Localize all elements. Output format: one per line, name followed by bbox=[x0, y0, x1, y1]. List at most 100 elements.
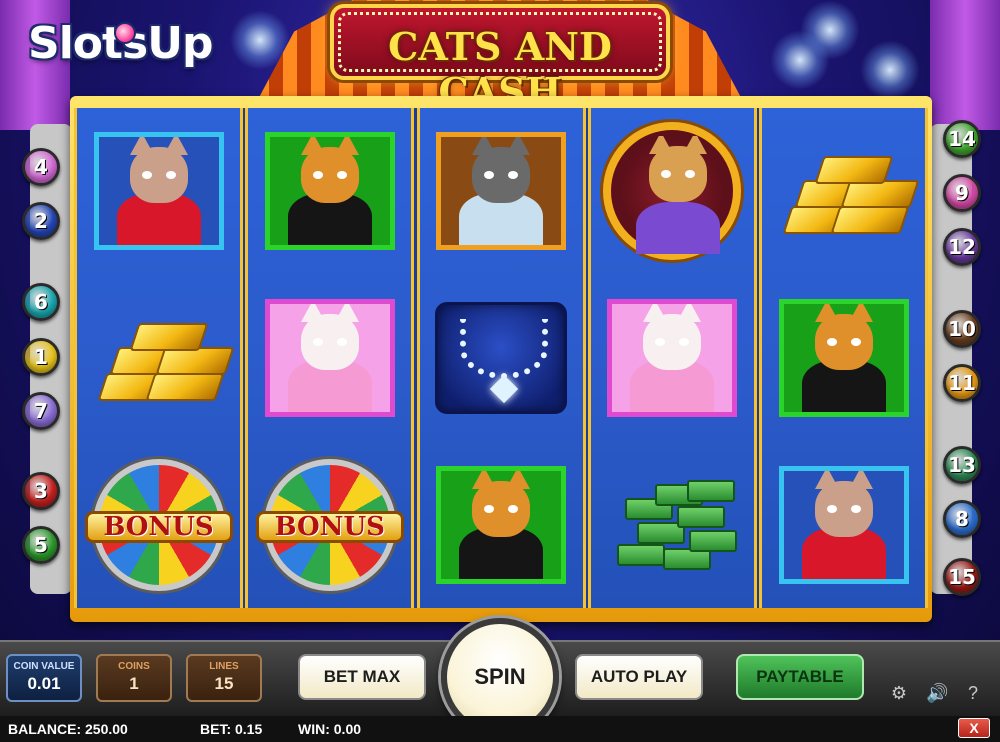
lines-label: LINES bbox=[209, 661, 239, 672]
femme-cat-red-dress-symbol bbox=[93, 132, 224, 250]
cat-eye bbox=[484, 505, 494, 513]
payline-9-button[interactable]: 9 bbox=[943, 174, 981, 212]
cash-bundle bbox=[689, 530, 738, 552]
cat-head bbox=[129, 137, 188, 203]
gold-bar bbox=[154, 347, 235, 375]
tabby-cat-black-suit-symbol bbox=[778, 299, 909, 417]
cat-head bbox=[472, 471, 530, 537]
auto-play-button[interactable]: AUTO PLAY bbox=[575, 654, 703, 700]
reel-cell bbox=[591, 275, 754, 441]
speaker-icon[interactable]: 🔊 bbox=[926, 682, 948, 704]
cat-eye bbox=[508, 171, 518, 179]
cat-ear bbox=[649, 136, 674, 154]
reel-4 bbox=[587, 108, 757, 608]
bonus-wheel-symbol: BONUS bbox=[84, 459, 233, 591]
cash-bundle bbox=[617, 544, 666, 566]
cat-eye bbox=[508, 505, 518, 513]
payline-6-button[interactable]: 6 bbox=[22, 283, 60, 321]
gold-bar bbox=[144, 373, 225, 401]
close-button[interactable]: X bbox=[958, 718, 990, 738]
necklace-chain bbox=[460, 319, 548, 379]
payline-8-button[interactable]: 8 bbox=[943, 500, 981, 538]
reel-cell bbox=[762, 275, 925, 441]
reel-area: BONUS BONUS bbox=[74, 108, 928, 608]
white-persian-cat-pink-symbol bbox=[264, 299, 395, 417]
cat-eye bbox=[484, 171, 494, 179]
cat-ear bbox=[334, 137, 359, 155]
payline-15-button[interactable]: 15 bbox=[943, 558, 981, 596]
cat-eye bbox=[312, 338, 323, 346]
cat-ear bbox=[163, 137, 188, 155]
coins-value: 1 bbox=[129, 674, 139, 693]
reel-cell bbox=[762, 108, 925, 274]
cat-eye bbox=[826, 338, 837, 346]
reel-1: BONUS bbox=[74, 108, 243, 608]
gold-bar bbox=[839, 180, 920, 208]
tabby-cat-black-suit-symbol bbox=[436, 466, 566, 584]
payline-12-button[interactable]: 12 bbox=[943, 228, 981, 266]
bonus-label: BONUS bbox=[84, 511, 233, 543]
cat-ear bbox=[506, 137, 530, 155]
cat-head bbox=[472, 137, 530, 203]
cat-eye bbox=[661, 170, 672, 178]
gold-bar bbox=[813, 156, 894, 184]
win-text: WIN: 0.00 bbox=[298, 721, 362, 737]
coin-value-label: COIN VALUE bbox=[13, 661, 75, 672]
gear-icon[interactable]: ⚙ bbox=[888, 682, 910, 704]
game-title-marquee: CATS AND CASH bbox=[330, 4, 670, 114]
lines-value: 15 bbox=[214, 674, 234, 693]
payline-3-button[interactable]: 3 bbox=[22, 472, 60, 510]
reel-5 bbox=[759, 108, 928, 608]
payline-7-button[interactable]: 7 bbox=[22, 392, 60, 430]
payline-10-button[interactable]: 10 bbox=[943, 310, 981, 348]
diamond-necklace-symbol bbox=[435, 302, 567, 414]
cat-ear bbox=[814, 471, 839, 489]
payline-14-button[interactable]: 14 bbox=[943, 120, 981, 158]
coin-value-meter[interactable]: COIN VALUE 0.01 bbox=[6, 654, 82, 702]
tabby-cat-black-suit-symbol bbox=[264, 132, 395, 250]
cat-eye bbox=[850, 505, 861, 513]
gold-bar bbox=[829, 206, 910, 234]
spotlight bbox=[800, 0, 860, 60]
diamond-icon bbox=[489, 374, 519, 404]
payline-1-button[interactable]: 1 bbox=[22, 338, 60, 376]
payline-4-button[interactable]: 4 bbox=[22, 148, 60, 186]
cat-ear bbox=[472, 471, 496, 489]
cat-eye bbox=[141, 171, 152, 179]
site-logo[interactable]: SlotsUp bbox=[28, 18, 228, 78]
payline-13-button[interactable]: 13 bbox=[943, 446, 981, 484]
reel-cell bbox=[77, 275, 240, 441]
cat-ear bbox=[814, 304, 839, 322]
singer-cat-symbol bbox=[613, 136, 743, 254]
paytable-button[interactable]: PAYTABLE bbox=[736, 654, 864, 700]
cat-ear bbox=[334, 304, 359, 322]
reel-3 bbox=[416, 108, 586, 608]
cat-body bbox=[636, 202, 721, 254]
bonus-wheel-symbol: BONUS bbox=[255, 459, 404, 591]
cat-ear bbox=[677, 304, 702, 322]
status-bar: BALANCE: 250.00 BET: 0.15 WIN: 0.00 bbox=[0, 716, 1000, 742]
coins-meter[interactable]: COINS 1 bbox=[96, 654, 172, 702]
reel-cell bbox=[420, 275, 583, 441]
lines-meter[interactable]: LINES 15 bbox=[186, 654, 262, 702]
payline-2-button[interactable]: 2 bbox=[22, 202, 60, 240]
coin-value-value: 0.01 bbox=[27, 674, 61, 693]
reel-cell bbox=[77, 108, 240, 274]
gold-bar bbox=[128, 323, 209, 351]
rocket-icon bbox=[114, 22, 136, 44]
cat-head bbox=[649, 136, 708, 202]
cat-head bbox=[643, 304, 702, 370]
cat-eye bbox=[336, 171, 347, 179]
reel-2: BONUS bbox=[245, 108, 415, 608]
grey-cat-mobster-symbol bbox=[436, 132, 566, 250]
help-icon[interactable]: ? bbox=[962, 682, 984, 704]
cat-ear bbox=[472, 137, 496, 155]
bet-text: BET: 0.15 bbox=[200, 721, 263, 737]
cat-ear bbox=[848, 471, 873, 489]
payline-11-button[interactable]: 11 bbox=[943, 364, 981, 402]
reel-cell bbox=[762, 442, 925, 608]
cat-eye bbox=[850, 338, 861, 346]
bet-max-button[interactable]: BET MAX bbox=[298, 654, 426, 700]
payline-5-button[interactable]: 5 bbox=[22, 526, 60, 564]
reel-cell: BONUS bbox=[248, 442, 411, 608]
